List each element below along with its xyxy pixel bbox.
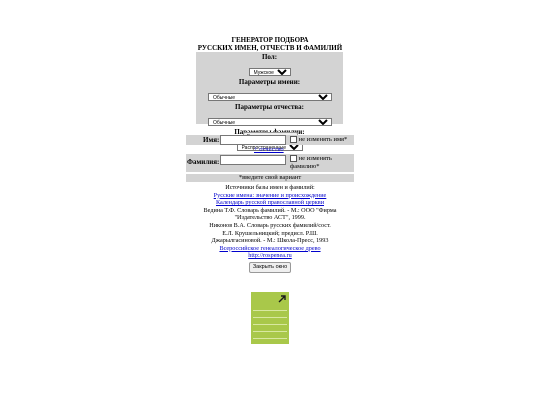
surname-input[interactable] bbox=[220, 155, 286, 165]
genealogy-tree-link[interactable]: Всероссийское генеалогическое древо bbox=[219, 245, 320, 252]
keep-name-label: не изменять имя* bbox=[298, 136, 348, 143]
keep-surname-checkbox[interactable] bbox=[290, 155, 297, 163]
name-params-label: Параметры имени: bbox=[238, 78, 301, 86]
sources-heading: Источники базы имен и фамилий: bbox=[225, 184, 315, 191]
keep-surname-label: не изменять фамилию* bbox=[290, 155, 332, 170]
calendar-link[interactable]: Календарь русской православной церкви bbox=[216, 199, 324, 206]
params-panel: Пол: Мужское имя Параметры имени: Обычны… bbox=[196, 52, 343, 151]
title-line-1: ГЕНЕРАТОР ПОДБОРА bbox=[231, 36, 309, 44]
close-window-button[interactable]: Закрыть окно bbox=[248, 261, 292, 273]
name-label: Имя: bbox=[203, 136, 220, 144]
patronymic-params-label: Параметры отчества: bbox=[235, 103, 304, 111]
ref2-line3: Джарылгасиновой. - М.: Школа-Пресс, 1993 bbox=[211, 237, 329, 245]
keep-name-checkbox[interactable] bbox=[290, 136, 297, 144]
ref2-line2: Е.Л. Крушельницкий; предисл. Р.Ш. bbox=[222, 229, 318, 237]
page-title: ГЕНЕРАТОР ПОДБОРА РУССКИХ ИМЕН, ОТЧЕСТВ … bbox=[160, 36, 380, 52]
sources-block: Источники базы имен и фамилий: Русские и… bbox=[186, 184, 354, 273]
title-line-2: РУССКИХ ИМЕН, ОТЧЕСТВ И ФАМИЛИЙ bbox=[197, 44, 343, 52]
rospenea-link[interactable]: http://rospenea.ru bbox=[248, 252, 291, 259]
ref2-line1: Никонов В.А. Словарь русских фамилий/сос… bbox=[209, 221, 331, 229]
note: *введите свой вариант bbox=[186, 174, 354, 182]
arrow-icon bbox=[278, 295, 286, 303]
add-patronymic-link[interactable]: + отчество bbox=[254, 146, 284, 153]
surname-label: Фамилия: bbox=[187, 158, 220, 166]
name-params-select[interactable]: Обычные bbox=[208, 93, 332, 101]
ref1-line1: Ведина Т.Ф. Словарь фамилий. - М.: ООО "… bbox=[203, 206, 337, 214]
ref1-line2: "Издательство АСТ", 1999. bbox=[234, 214, 306, 222]
gender-label: Пол: bbox=[261, 53, 278, 61]
name-input[interactable] bbox=[220, 135, 286, 145]
names-meaning-link[interactable]: Русские имена: значение и происхождение bbox=[214, 192, 327, 199]
site-logo[interactable] bbox=[251, 292, 289, 344]
gender-select[interactable]: Мужское имя bbox=[248, 68, 291, 76]
